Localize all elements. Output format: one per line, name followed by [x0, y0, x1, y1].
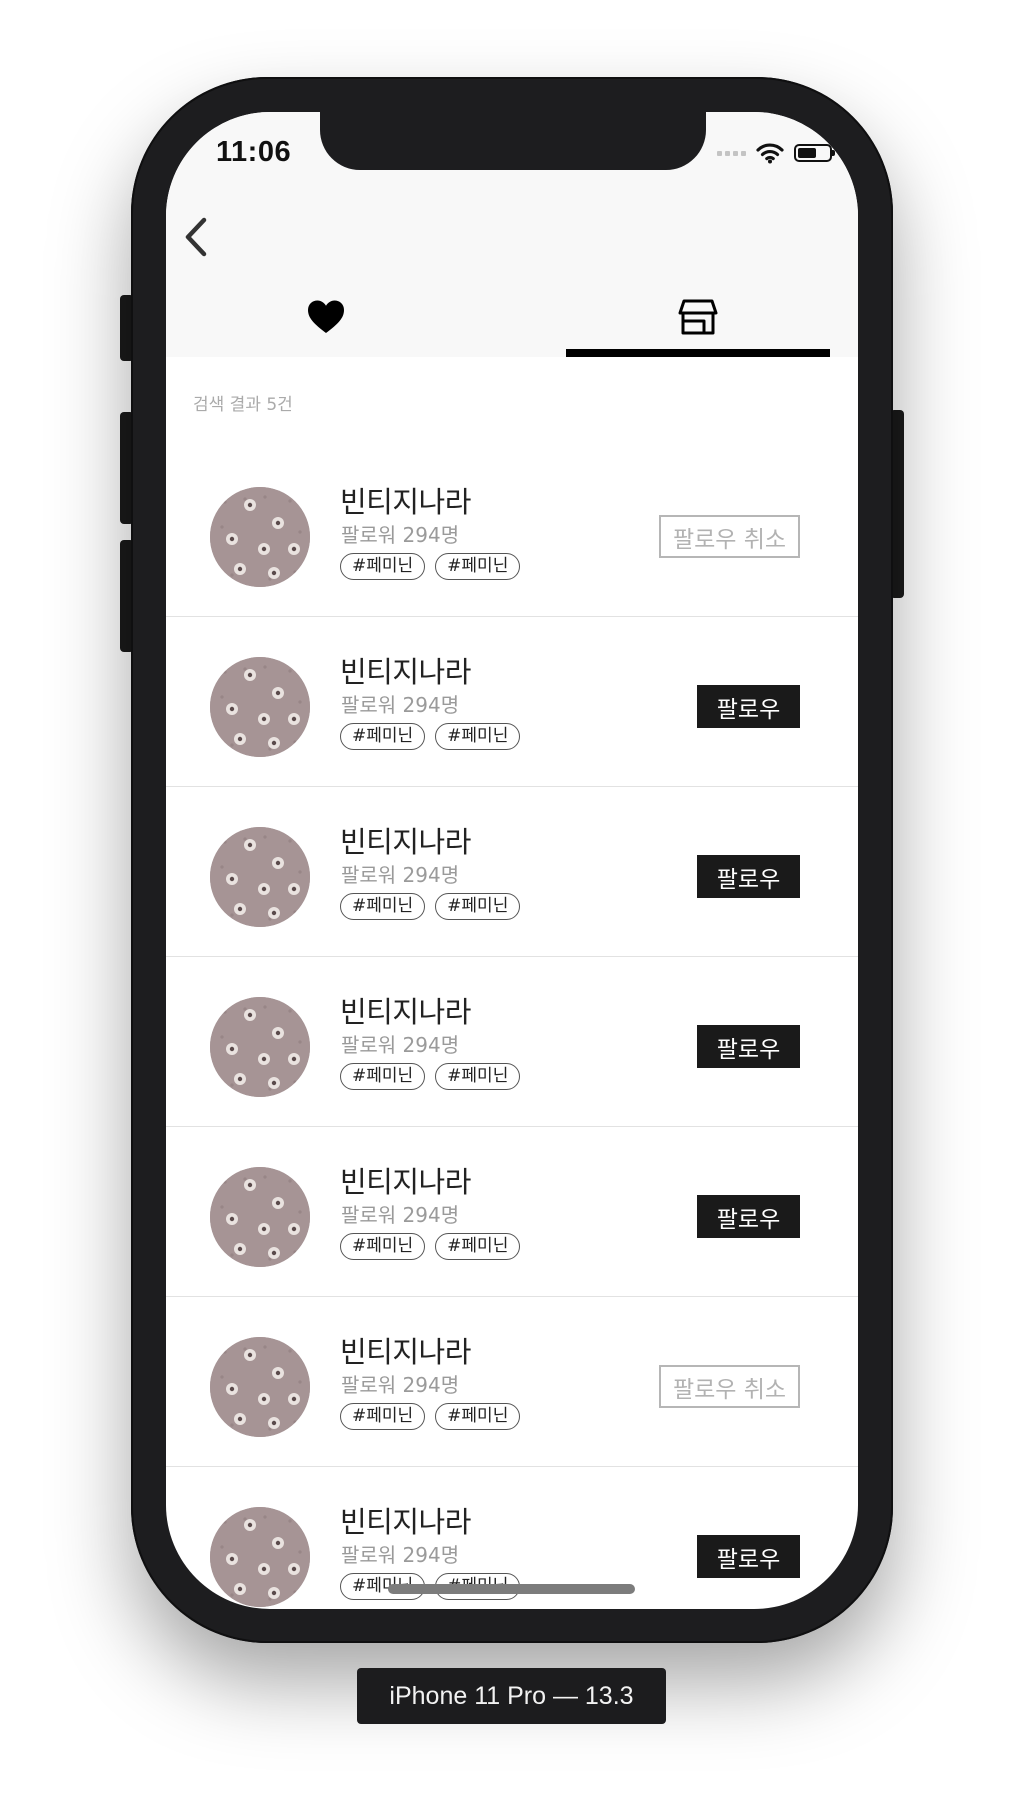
- shop-name[interactable]: 빈티지나라: [340, 1499, 471, 1541]
- follow-button[interactable]: 팔로우: [697, 1535, 800, 1578]
- cellular-signal-icon: [717, 150, 746, 156]
- shop-avatar[interactable]: [210, 1167, 310, 1267]
- shop-name[interactable]: 빈티지나라: [340, 819, 471, 861]
- tag-list: #페미닌 #페미닌: [340, 723, 521, 750]
- style-tag[interactable]: #페미닌: [340, 1233, 426, 1260]
- shop-avatar[interactable]: [210, 827, 310, 927]
- shop-name[interactable]: 빈티지나라: [340, 1329, 471, 1371]
- shop-name[interactable]: 빈티지나라: [340, 1159, 471, 1201]
- tag-list: #페미닌 #페미닌: [340, 1063, 521, 1090]
- result-count: 검색 결과 5건: [193, 395, 293, 415]
- follower-count: 팔로워 294명: [341, 523, 460, 547]
- tab-indicator: [566, 349, 830, 357]
- status-indicators: [717, 140, 835, 166]
- status-time: 11:06: [216, 136, 292, 168]
- shop-avatar[interactable]: [210, 1507, 310, 1607]
- back-button[interactable]: [176, 212, 216, 262]
- style-tag[interactable]: #페미닌: [340, 723, 426, 750]
- style-tag[interactable]: #페미닌: [435, 1403, 521, 1430]
- follow-button[interactable]: 팔로우: [697, 1195, 800, 1238]
- style-tag[interactable]: #페미닌: [435, 1233, 521, 1260]
- shop-row[interactable]: 빈티지나라 팔로워 294명 #페미닌 #페미닌 팔로우 취소: [166, 1297, 858, 1467]
- follow-button[interactable]: 팔로우: [697, 1025, 800, 1068]
- style-tag[interactable]: #페미닌: [435, 1063, 521, 1090]
- style-tag[interactable]: #페미닌: [340, 893, 426, 920]
- shop-name[interactable]: 빈티지나라: [340, 989, 471, 1031]
- wifi-icon: [756, 143, 784, 164]
- unfollow-button[interactable]: 팔로우 취소: [659, 515, 800, 558]
- unfollow-button[interactable]: 팔로우 취소: [659, 1365, 800, 1408]
- store-icon: [678, 299, 718, 335]
- tag-list: #페미닌 #페미닌: [340, 1403, 521, 1430]
- style-tag[interactable]: #페미닌: [340, 553, 426, 580]
- shop-row[interactable]: 빈티지나라 팔로워 294명 #페미닌 #페미닌 팔로우: [166, 957, 858, 1127]
- chevron-left-icon: [185, 217, 207, 257]
- tab-bar: [166, 277, 858, 357]
- shop-row[interactable]: 빈티지나라 팔로워 294명 #페미닌 #페미닌 팔로우 취소: [166, 447, 858, 617]
- follower-count: 팔로워 294명: [341, 863, 460, 887]
- tag-list: #페미닌 #페미닌: [340, 1233, 521, 1260]
- tag-list: #페미닌 #페미닌: [340, 893, 521, 920]
- phone-screen: 11:06 검색 결과 5건 빈티지나라 팔로워 294명 #페미닌 #페미닌 …: [166, 112, 858, 1609]
- follower-count: 팔로워 294명: [341, 1543, 460, 1567]
- battery-icon: [794, 144, 835, 162]
- follower-count: 팔로워 294명: [341, 1373, 460, 1397]
- style-tag[interactable]: #페미닌: [435, 723, 521, 750]
- home-indicator: [388, 1584, 635, 1594]
- header: 11:06: [166, 112, 858, 357]
- simulator-stage: 11:06 검색 결과 5건 빈티지나라 팔로워 294명 #페미닌 #페미닌 …: [0, 0, 1024, 1796]
- device-label: iPhone 11 Pro — 13.3: [357, 1668, 666, 1724]
- shop-list: 빈티지나라 팔로워 294명 #페미닌 #페미닌 팔로우 취소 빈티지나라 팔로…: [166, 447, 858, 1609]
- shop-name[interactable]: 빈티지나라: [340, 649, 471, 691]
- shop-row[interactable]: 빈티지나라 팔로워 294명 #페미닌 #페미닌 팔로우: [166, 617, 858, 787]
- shop-avatar[interactable]: [210, 487, 310, 587]
- style-tag[interactable]: #페미닌: [340, 1063, 426, 1090]
- tag-list: #페미닌 #페미닌: [340, 553, 521, 580]
- shop-avatar[interactable]: [210, 1337, 310, 1437]
- heart-icon: [308, 300, 344, 333]
- notch: [320, 112, 706, 170]
- shop-avatar[interactable]: [210, 997, 310, 1097]
- follow-button[interactable]: 팔로우: [697, 855, 800, 898]
- tab-shops[interactable]: [566, 277, 830, 357]
- style-tag[interactable]: #페미닌: [435, 893, 521, 920]
- shop-row[interactable]: 빈티지나라 팔로워 294명 #페미닌 #페미닌 팔로우: [166, 1127, 858, 1297]
- style-tag[interactable]: #페미닌: [435, 553, 521, 580]
- shop-name[interactable]: 빈티지나라: [340, 479, 471, 521]
- follow-button[interactable]: 팔로우: [697, 685, 800, 728]
- shop-row[interactable]: 빈티지나라 팔로워 294명 #페미닌 #페미닌 팔로우: [166, 787, 858, 957]
- follower-count: 팔로워 294명: [341, 1033, 460, 1057]
- follower-count: 팔로워 294명: [341, 693, 460, 717]
- tab-likes[interactable]: [194, 277, 458, 357]
- shop-avatar[interactable]: [210, 657, 310, 757]
- follower-count: 팔로워 294명: [341, 1203, 460, 1227]
- style-tag[interactable]: #페미닌: [340, 1403, 426, 1430]
